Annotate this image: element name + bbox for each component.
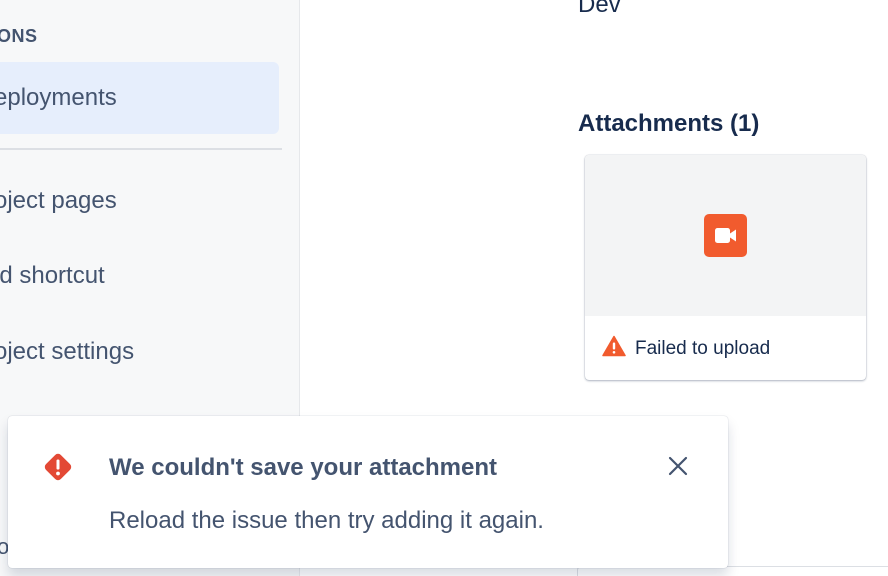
sidebar-item-project-settings[interactable]: oject settings: [0, 332, 134, 372]
attachment-status-text: Failed to upload: [635, 338, 771, 359]
error-flag: We couldn't save your attachment Reload …: [8, 416, 728, 568]
sidebar-item-label: ld shortcut: [0, 262, 105, 289]
warning-icon: [602, 335, 626, 363]
sidebar-item-label: oject pages: [0, 187, 117, 214]
video-icon: [704, 214, 747, 257]
sidebar-item-label: oject settings: [0, 338, 135, 365]
attachments-heading: Attachments (1): [578, 110, 760, 137]
attachment-card[interactable]: Failed to upload: [585, 155, 866, 380]
flag-description: Reload the issue then try adding it agai…: [109, 507, 544, 534]
close-button[interactable]: [663, 453, 693, 483]
sidebar-divider: [0, 148, 282, 150]
attachment-preview[interactable]: [585, 155, 866, 316]
sidebar-item-label: eployments: [0, 84, 117, 111]
sidebar-item-project-pages[interactable]: oject pages: [0, 181, 117, 221]
sidebar-item-deployments[interactable]: eployments: [0, 62, 279, 134]
close-icon: [667, 455, 689, 482]
flag-title: We couldn't save your attachment: [109, 454, 498, 481]
field-value[interactable]: Dev: [578, 0, 621, 19]
attachment-status: Failed to upload: [602, 335, 770, 363]
error-icon: [42, 451, 74, 483]
sidebar-item-add-shortcut[interactable]: ld shortcut: [0, 256, 105, 296]
sidebar-section-heading: ONS: [0, 26, 38, 46]
